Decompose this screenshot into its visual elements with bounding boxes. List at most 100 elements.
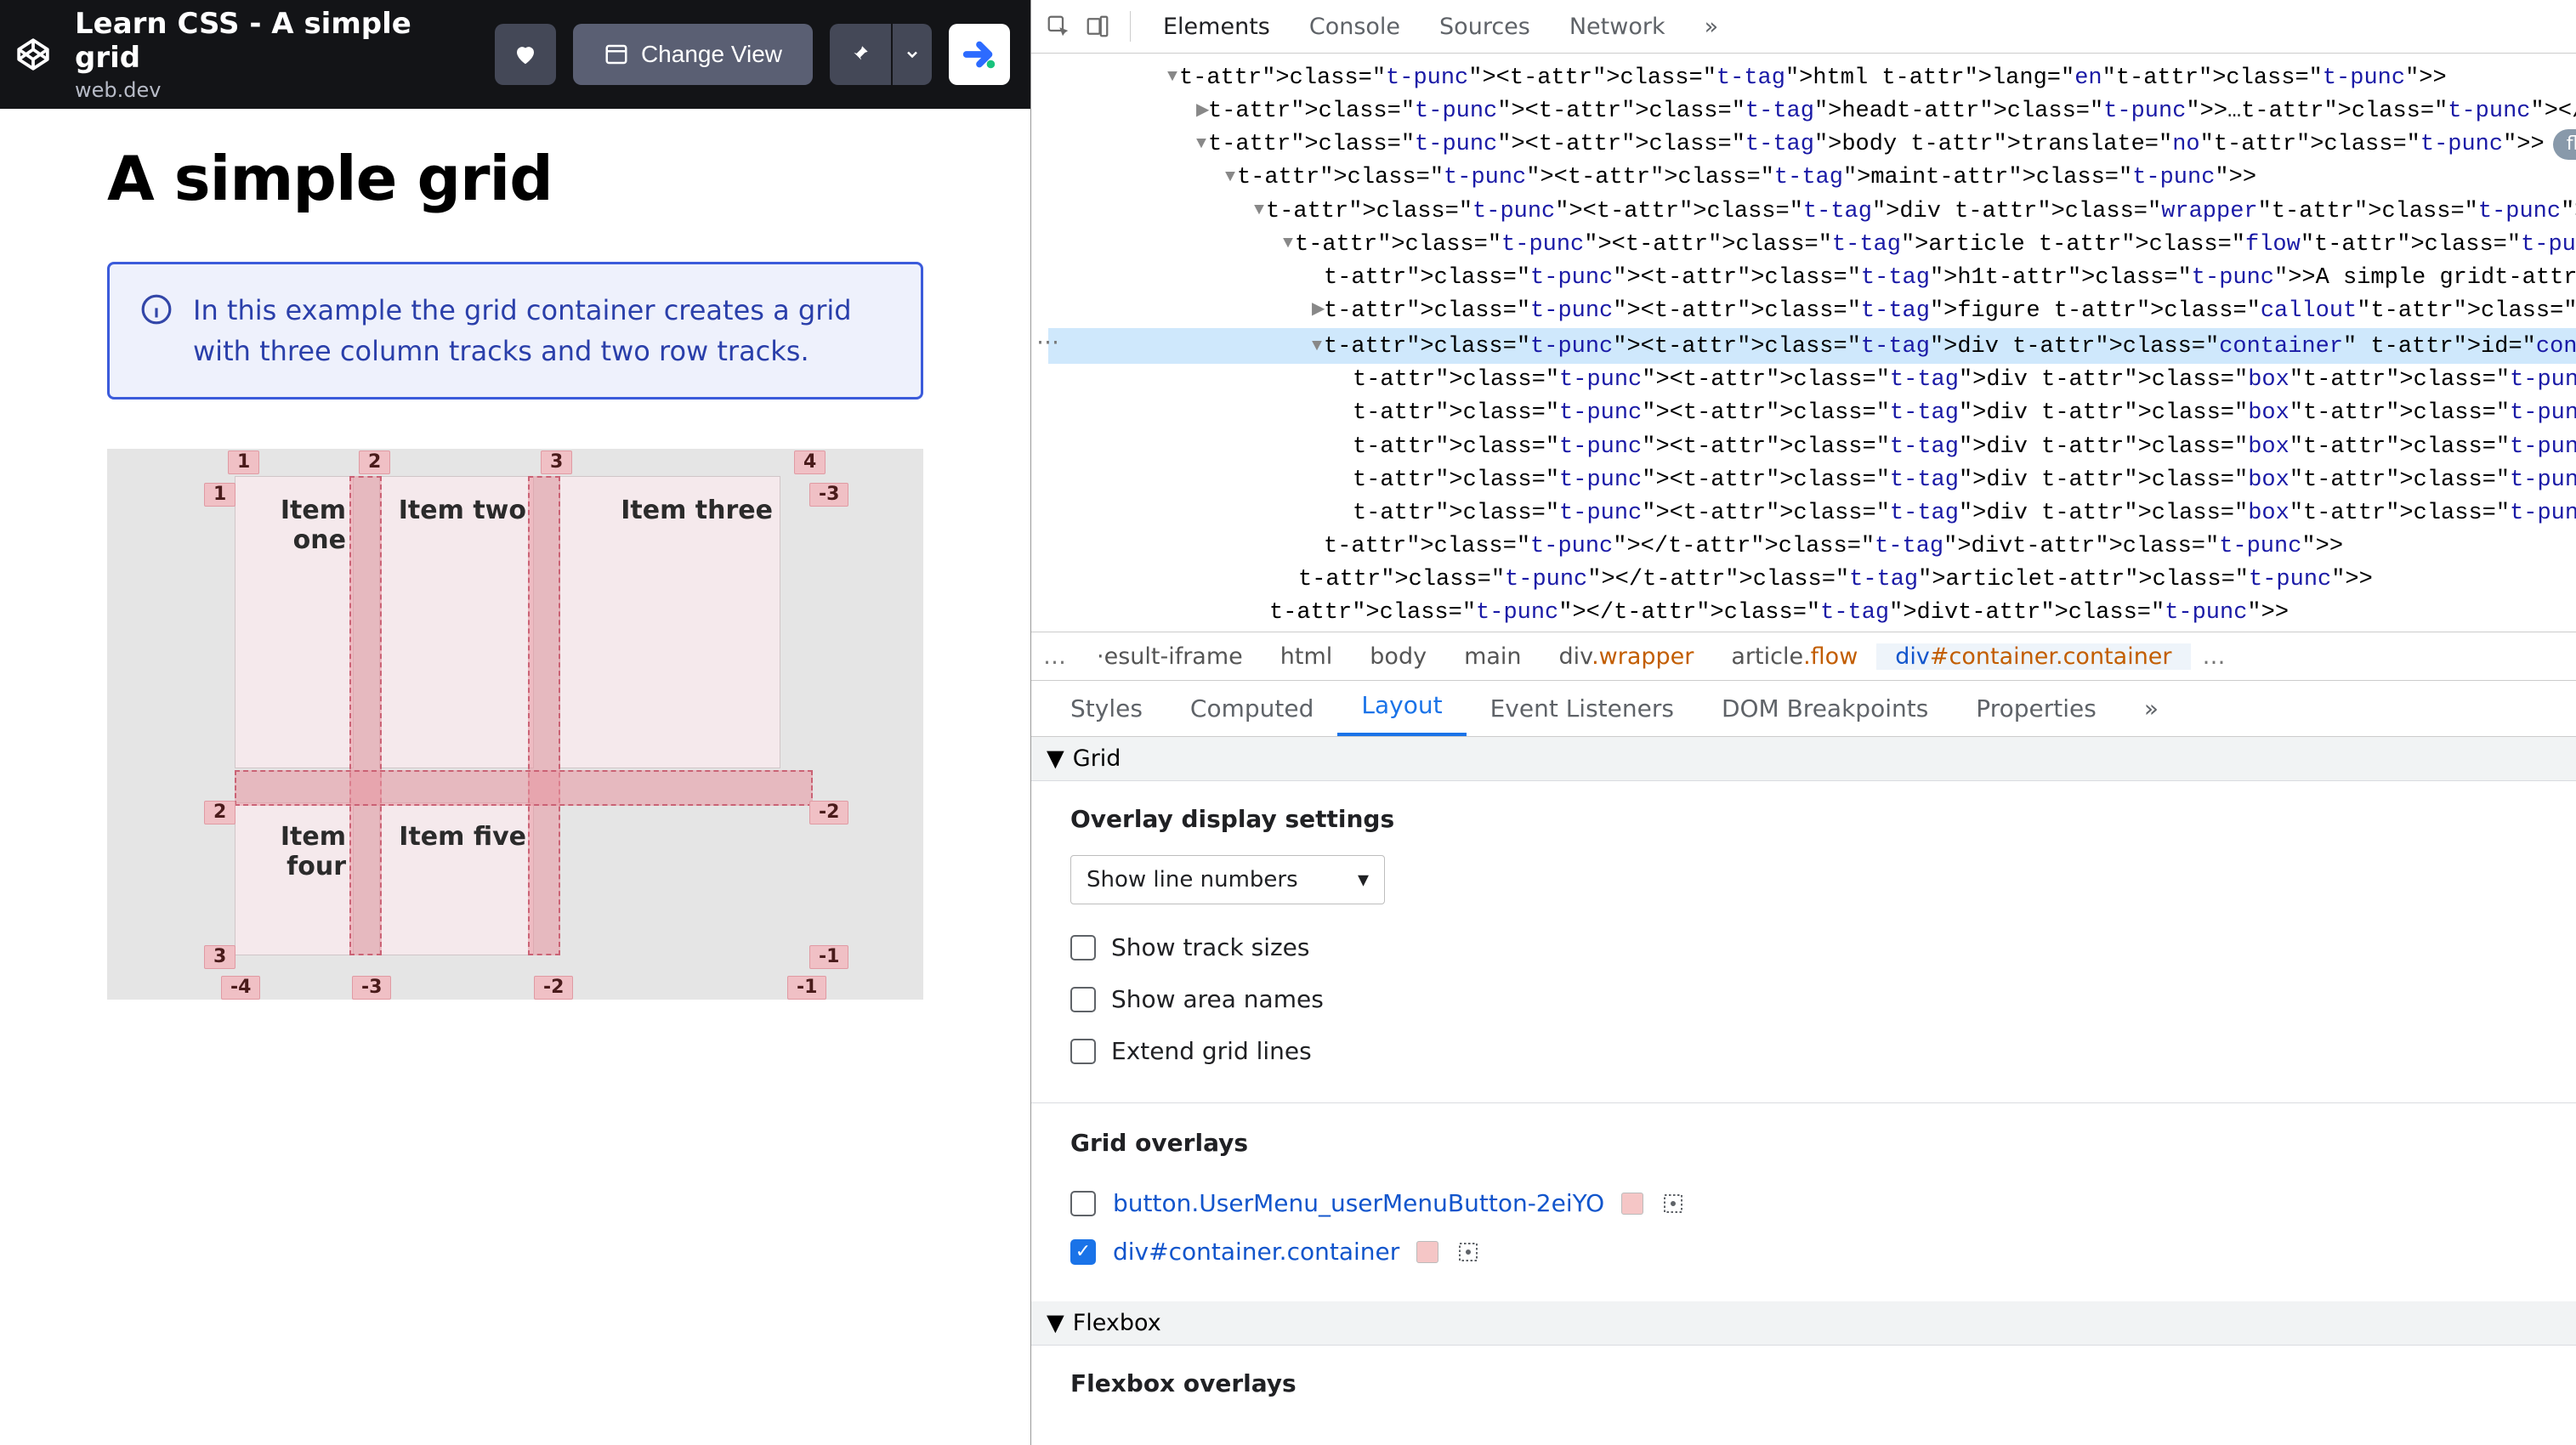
dom-node[interactable]: ▼t-attr">class="t-punc"><t-attr">class="…	[1048, 229, 2576, 262]
dom-node[interactable]: t-attr">class="t-punc"></t-attr">class="…	[1048, 564, 2576, 597]
breadcrumb-item[interactable]: html	[1262, 643, 1352, 670]
dom-node[interactable]: ▶t-attr">class="t-punc"><t-attr">class="…	[1048, 295, 2576, 328]
chevron-down-icon	[904, 46, 921, 63]
overlay-color-swatch[interactable]	[1416, 1241, 1438, 1263]
subtab-styles[interactable]: Styles	[1047, 683, 1166, 736]
subtab-properties[interactable]: Properties	[1952, 683, 2120, 736]
dom-node[interactable]: ▼t-attr">class="t-punc"><t-attr">class="…	[1048, 196, 2576, 229]
dom-node[interactable]: ▼t-attr">class="t-punc"><t-attr">class="…	[1048, 162, 2576, 195]
devtools-tabs-more[interactable]: »	[1689, 0, 1734, 53]
grid-line-label: -3	[352, 976, 391, 1000]
overlay-settings-heading: Overlay display settings	[1070, 805, 2576, 833]
dom-node-selected[interactable]: ▼t-attr">class="t-punc"><t-attr">class="…	[1048, 328, 2576, 364]
separator	[1130, 11, 1131, 42]
codepen-title[interactable]: Learn CSS - A simple grid	[75, 7, 474, 75]
grid-item[interactable]: Item five	[379, 802, 534, 955]
breadcrumb-item[interactable]: ·esult-iframe	[1078, 643, 1262, 670]
devtools-tab-network[interactable]: Network	[1554, 0, 1681, 53]
codepen-actions: Change View	[495, 24, 1010, 85]
line-numbers-dropdown[interactable]: Show line numbers ▾	[1070, 855, 1385, 904]
callout-text: In this example the grid container creat…	[193, 290, 890, 371]
subtab-more[interactable]: »	[2120, 683, 2182, 736]
codepen-subtitle[interactable]: web.dev	[75, 78, 474, 102]
device-toggle-button[interactable]	[1082, 11, 1113, 42]
external-app-button[interactable]	[949, 24, 1010, 85]
devtools-tab-sources[interactable]: Sources	[1424, 0, 1546, 53]
pin-more-button[interactable]	[893, 24, 932, 85]
preview-area: A simple grid In this example the grid c…	[0, 109, 1030, 1445]
breadcrumb-item[interactable]: main	[1445, 643, 1540, 670]
grid-line-label: -2	[809, 801, 848, 824]
grid-item[interactable]: Item one	[235, 476, 354, 768]
layout-panel: ▼ Grid Overlay display settings Show lin…	[1031, 737, 2576, 1445]
dom-node[interactable]: ▶t-attr">class="t-punc"><t-attr">class="…	[1048, 95, 2576, 128]
checkbox-track-sizes[interactable]	[1070, 935, 1096, 960]
dom-node[interactable]: t-attr">class="t-punc"></t-attr">class="…	[1048, 630, 2576, 632]
grid-container[interactable]: Item one Item two Item three Item four I…	[235, 476, 780, 955]
overlay-selector[interactable]: div#container.container	[1113, 1238, 1399, 1266]
dom-breadcrumb[interactable]: … ·esult-iframe html body main div.wrapp…	[1031, 632, 2576, 681]
overlay-checkbox[interactable]	[1070, 1191, 1096, 1216]
grid-line-label: -4	[221, 976, 260, 1000]
checkbox-area-names[interactable]	[1070, 987, 1096, 1012]
dom-node[interactable]: ▼t-attr">class="t-punc"><t-attr">class="…	[1048, 128, 2576, 162]
codepen-preview-pane: Learn CSS - A simple grid web.dev Change…	[0, 0, 1030, 1445]
devtools-tab-console[interactable]: Console	[1294, 0, 1416, 53]
overlay-row: div#container.container	[1070, 1227, 2576, 1276]
triangle-down-icon: ▼	[1047, 745, 1064, 772]
grid-item[interactable]: Item three	[559, 476, 780, 768]
overlay-color-swatch[interactable]	[1621, 1193, 1643, 1215]
dom-node[interactable]: t-attr">class="t-punc"></t-attr">class="…	[1048, 530, 2576, 564]
section-header-flexbox[interactable]: ▼ Flexbox	[1031, 1301, 2576, 1346]
grid-item[interactable]: Item two	[379, 476, 534, 768]
breadcrumb-item[interactable]: body	[1351, 643, 1445, 670]
info-icon	[140, 293, 173, 326]
subtab-computed[interactable]: Computed	[1166, 683, 1337, 736]
subtab-layout[interactable]: Layout	[1337, 679, 1466, 736]
locate-icon[interactable]	[1660, 1191, 1686, 1216]
overlay-checkbox[interactable]	[1070, 1239, 1096, 1265]
breadcrumb-item[interactable]: div.wrapper	[1540, 643, 1713, 670]
pin-button[interactable]	[830, 24, 891, 85]
breadcrumb-item[interactable]: article.flow	[1712, 643, 1876, 670]
devtools-tab-elements[interactable]: Elements	[1148, 0, 1285, 53]
grid-line-label: -3	[809, 483, 848, 507]
change-view-button[interactable]: Change View	[573, 24, 813, 85]
devtools-pane: Elements Console Sources Network » ✕ 1 ▼…	[1030, 0, 2576, 1445]
breadcrumb-next[interactable]: …	[2191, 643, 2238, 670]
triangle-down-icon: ▼	[1047, 1310, 1064, 1336]
flexbox-overlays-heading: Flexbox overlays	[1070, 1369, 2576, 1397]
flex-badge[interactable]: flex	[2553, 129, 2576, 160]
section-header-grid[interactable]: ▼ Grid	[1031, 737, 2576, 781]
locate-icon[interactable]	[1455, 1239, 1481, 1265]
dom-node[interactable]: t-attr">class="t-punc"><t-attr">class="t…	[1048, 262, 2576, 295]
grid-line-label: -2	[534, 976, 573, 1000]
codepen-logo-icon[interactable]	[15, 37, 51, 72]
dom-node[interactable]: t-attr">class="t-punc"><t-attr">class="t…	[1048, 431, 2576, 464]
subtab-dom-breakpoints[interactable]: DOM Breakpoints	[1698, 683, 1952, 736]
breadcrumb-prev[interactable]: …	[1031, 643, 1078, 670]
dom-node[interactable]: t-attr">class="t-punc"><t-attr">class="t…	[1048, 497, 2576, 530]
overlay-selector[interactable]: button.UserMenu_userMenuButton-2eiYO	[1113, 1189, 1604, 1217]
like-button[interactable]	[495, 24, 556, 85]
grid-gap-overlay	[349, 476, 382, 955]
grid-gap-overlay	[235, 770, 813, 806]
dom-node[interactable]: ▼t-attr">class="t-punc"><t-attr">class="…	[1048, 62, 2576, 95]
checkbox-extend-lines[interactable]	[1070, 1039, 1096, 1064]
dom-node[interactable]: t-attr">class="t-punc"></t-attr">class="…	[1048, 597, 2576, 630]
dom-node[interactable]: t-attr">class="t-punc"><t-attr">class="t…	[1048, 397, 2576, 430]
inspect-button[interactable]	[1043, 11, 1074, 42]
grid-item[interactable]: Item four	[235, 802, 354, 955]
breadcrumb-item-selected[interactable]: div#container.container	[1876, 643, 2190, 670]
dom-node[interactable]: t-attr">class="t-punc"><t-attr">class="t…	[1048, 464, 2576, 497]
dom-tree[interactable]: ▼t-attr">class="t-punc"><t-attr">class="…	[1031, 54, 2576, 632]
grid-gap-overlay	[528, 476, 560, 955]
page-title: A simple grid	[107, 143, 923, 214]
change-view-label: Change View	[641, 41, 782, 68]
grid-line-label: 4	[794, 450, 826, 474]
subtab-event-listeners[interactable]: Event Listeners	[1467, 683, 1698, 736]
layout-icon	[604, 42, 629, 67]
grid-line-label: 3	[541, 450, 572, 474]
codepen-header: Learn CSS - A simple grid web.dev Change…	[0, 0, 1030, 109]
dom-node[interactable]: t-attr">class="t-punc"><t-attr">class="t…	[1048, 364, 2576, 397]
